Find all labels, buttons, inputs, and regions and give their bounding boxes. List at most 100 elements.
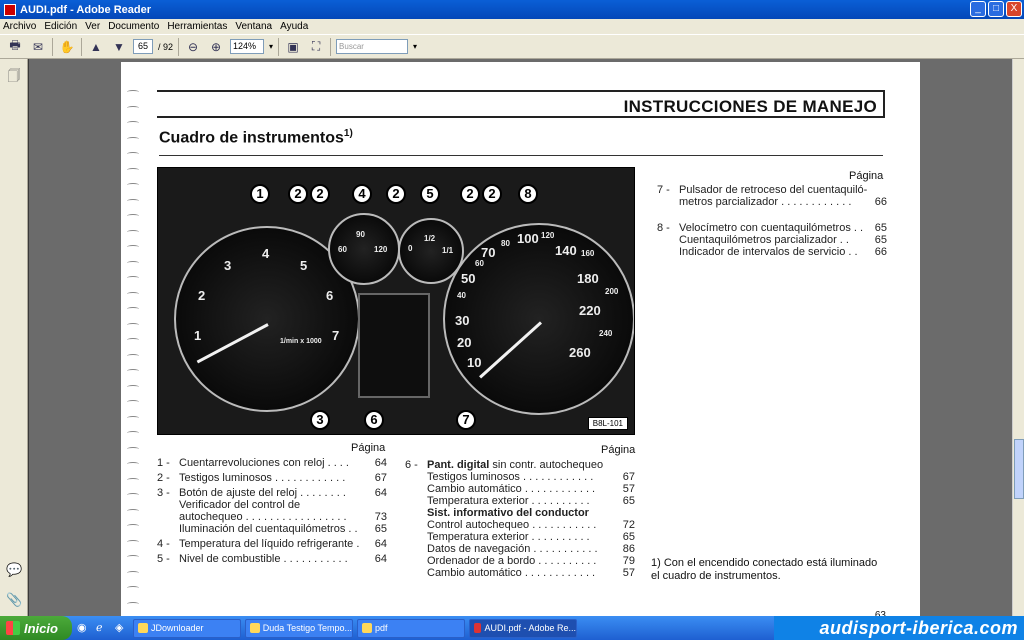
binding-ring <box>127 229 139 234</box>
toolbar-separator <box>330 37 332 56</box>
binding-ring <box>127 291 139 296</box>
binding-ring <box>127 539 139 544</box>
binding-ring <box>127 462 139 466</box>
callout: 3 <box>310 410 330 430</box>
media-icon[interactable]: ◈ <box>115 621 129 635</box>
windows-logo-icon <box>6 621 20 635</box>
binding-ring <box>127 152 139 156</box>
menu-herramientas[interactable]: Herramientas <box>167 21 227 32</box>
toolbar-separator <box>52 37 53 56</box>
toolbar-separator <box>178 37 180 56</box>
callout: 1 <box>250 184 270 204</box>
task-adobe-reader[interactable]: AUDI.pdf - Adobe Re... <box>469 618 577 638</box>
app-icon <box>138 623 148 633</box>
binding-ring <box>127 121 139 125</box>
print-icon[interactable]: 🖶 <box>6 38 24 56</box>
fit-page-icon[interactable]: ⛶ <box>307 38 325 56</box>
callout: 2 <box>386 184 406 204</box>
maximize-button[interactable]: □ <box>988 1 1004 17</box>
save-icon[interactable]: ▣ <box>284 38 302 56</box>
minimize-button[interactable]: _ <box>970 1 986 17</box>
comments-icon[interactable]: 💬 <box>6 562 22 578</box>
vertical-scrollbar[interactable] <box>1012 59 1024 616</box>
menu-archivo[interactable]: Archivo <box>3 21 36 32</box>
callout: 2 <box>288 184 308 204</box>
task-browser[interactable]: Duda Testigo Tempo... <box>245 618 353 638</box>
footnote: 1) Con el encendido conectado está ilumi… <box>651 557 878 582</box>
adobe-reader-icon <box>474 623 482 633</box>
binding-ring <box>127 214 139 218</box>
zoom-select[interactable]: 124% <box>230 39 265 54</box>
page-total: / 92 <box>158 41 174 52</box>
binding-ring <box>127 570 139 575</box>
email-icon[interactable]: ✉ <box>29 38 47 56</box>
binding-ring <box>127 493 139 497</box>
binding-ring <box>127 508 139 513</box>
chevron-down-icon[interactable]: ▾ <box>269 42 273 51</box>
binding-ring <box>127 601 139 606</box>
binding-ring <box>127 307 139 311</box>
hand-tool-icon[interactable]: ✋ <box>58 38 76 56</box>
binding-ring <box>127 586 139 590</box>
section-title: Cuadro de instrumentos1) <box>159 128 353 147</box>
menu-ayuda[interactable]: Ayuda <box>280 21 308 32</box>
binding-ring <box>127 353 139 358</box>
window-title: AUDI.pdf - Adobe Reader <box>20 3 151 16</box>
folder-icon <box>362 623 372 633</box>
task-folder[interactable]: pdf <box>357 618 465 638</box>
page-column-heading: Página <box>351 442 386 454</box>
previous-page-icon[interactable]: ▲ <box>87 38 105 56</box>
left-legend: 1 - Cuentarrevoluciones con reloj . . . .… <box>157 457 387 565</box>
taskbar: Inicio ◉ ℯ ◈ JDownloader Duda Testigo Te… <box>0 616 1024 640</box>
task-jdownloader[interactable]: JDownloader <box>133 618 241 638</box>
instrument-cluster-photo: 1 2 3 4 5 6 7 1/min x 1000 60 90 120 0 1… <box>157 167 635 435</box>
document-area[interactable]: INSTRUCCIONES DE MANEJO Cuadro de instru… <box>29 59 1012 616</box>
callout: 2 <box>310 184 330 204</box>
search-input[interactable]: Buscar <box>336 39 409 54</box>
menu-ver[interactable]: Ver <box>85 21 100 32</box>
binding-ring <box>127 477 139 482</box>
speedometer-needle <box>479 321 543 379</box>
callout: 4 <box>352 184 372 204</box>
binding-ring <box>127 245 139 249</box>
speedometer-gauge: 10 20 30 40 50 60 70 80 100 120 140 160 … <box>443 223 634 415</box>
section-rule <box>159 155 883 156</box>
binding-ring <box>127 431 139 435</box>
app-icon <box>250 623 260 633</box>
zoom-out-icon[interactable]: ⊖ <box>184 38 202 56</box>
menu-documento[interactable]: Documento <box>108 21 159 32</box>
search-dropdown-icon[interactable]: ▾ <box>413 42 417 51</box>
binding-ring <box>127 198 139 203</box>
close-button[interactable]: X <box>1006 1 1022 17</box>
page-number-input[interactable]: 65 <box>133 39 153 54</box>
digital-display <box>358 293 430 398</box>
scrollbar-thumb[interactable] <box>1014 439 1024 499</box>
next-page-icon[interactable]: ▼ <box>110 38 128 56</box>
toolbar: 🖶 ✉ ✋ ▲ ▼ 65 / 92 ⊖ ⊕ 124% ▾ ▣ ⛶ Buscar … <box>0 34 1024 59</box>
binding-ring <box>127 446 139 451</box>
callout: 2 <box>460 184 480 204</box>
menu-edicion[interactable]: Edición <box>44 21 77 32</box>
binding-ring <box>127 105 139 110</box>
callout: 2 <box>482 184 502 204</box>
pages-icon[interactable]: 🗍 <box>6 67 22 83</box>
callout: 7 <box>456 410 476 430</box>
binding-ring <box>127 322 139 327</box>
page-column-heading: Página <box>601 444 636 456</box>
menu-ventana[interactable]: Ventana <box>235 21 272 32</box>
binding-ring <box>127 400 139 404</box>
figure-label: B8L-101 <box>587 417 628 430</box>
binding-ring <box>127 384 139 389</box>
zoom-in-icon[interactable]: ⊕ <box>207 38 225 56</box>
watermark: audisport-iberica.com <box>774 616 1024 640</box>
page-header: INSTRUCCIONES DE MANEJO <box>623 97 877 116</box>
binding-ring <box>127 183 139 187</box>
toolbar-separator <box>278 37 280 56</box>
right-legend: 7 - Pulsador de retroceso del cuentaquiló… <box>657 184 887 258</box>
browser-icon[interactable]: ℯ <box>96 621 110 635</box>
start-button[interactable]: Inicio <box>0 616 72 640</box>
binding-ring <box>127 369 139 373</box>
attachment-icon[interactable]: 📎 <box>6 592 22 608</box>
quicklaunch-icon[interactable]: ◉ <box>77 621 91 635</box>
binding-ring <box>127 90 139 94</box>
